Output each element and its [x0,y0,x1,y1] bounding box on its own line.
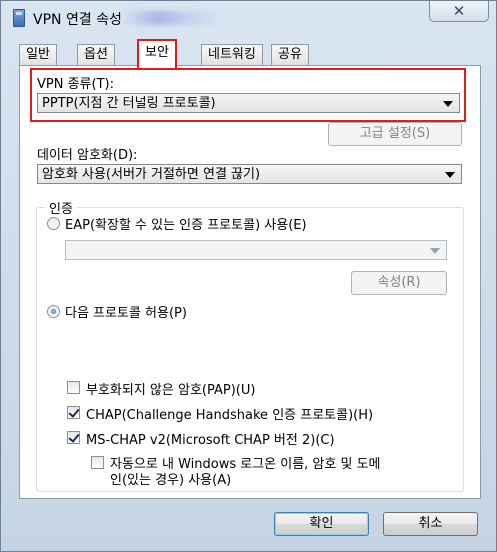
cancel-button[interactable]: 취소 [383,512,478,536]
tab-general-label: 일반 [26,47,50,62]
tab-networking-label: 네트워킹 [208,47,256,62]
pap-checkbox[interactable] [67,381,80,394]
tab-options-label: 옵션 [84,47,108,62]
chevron-down-icon [430,248,440,254]
mschap-v2-checkbox[interactable] [67,431,80,444]
tab-security[interactable]: 보안 [137,39,177,68]
chap-label: CHAP(Challenge Handshake 인증 프로토콜)(H) [86,408,374,423]
encryption-select[interactable]: 암호화 사용(서버가 거절하면 연결 끊기) [37,164,462,184]
tab-general[interactable]: 일반 [19,44,57,65]
eap-radio[interactable] [47,217,60,230]
vpn-type-label: VPN 종류(T): [37,77,114,92]
vpn-connection-icon [13,9,25,27]
advanced-settings-button[interactable]: 고급 설정(S) [328,122,462,146]
close-icon: ✕ [452,2,466,20]
encryption-value: 암호화 사용(서버가 거절하면 연결 끊기) [42,167,261,182]
eap-method-select[interactable] [65,240,447,260]
eap-properties-button[interactable]: 속성(R) [351,271,447,295]
chevron-down-icon [445,172,455,178]
allow-protocols-label: 다음 프로토콜 허용(P) [65,306,187,321]
tab-options[interactable]: 옵션 [77,44,115,65]
chevron-down-icon [443,101,453,107]
window-title: VPN 연결 속성 [33,12,122,28]
tab-security-label: 보안 [145,45,169,60]
vpn-type-value: PPTP(지점 간 터널링 프로토콜) [42,96,216,111]
tab-sharing-label: 공유 [278,47,302,62]
encryption-label: 데이터 암호화(D): [37,148,138,163]
vpn-properties-dialog: VPN 연결 속성 ✕ 일반 옵션 보안 네트워킹 공유 VPN 종류(T): … [0,0,497,552]
title-blurred-region [123,11,223,25]
ok-button[interactable]: 확인 [274,512,369,536]
close-button[interactable]: ✕ [429,1,489,22]
tab-sharing[interactable]: 공유 [271,44,309,65]
auto-logon-checkbox[interactable] [91,456,104,469]
vpn-type-select[interactable]: PPTP(지점 간 터널링 프로토콜) [37,93,460,113]
auto-logon-label-line2: 인(있는 경우) 사용(A) [110,473,232,488]
title-bar: VPN 연결 속성 ✕ [1,1,496,37]
allow-protocols-radio[interactable] [47,305,60,318]
mschap-v2-label: MS-CHAP v2(Microsoft CHAP 버전 2)(C) [86,433,335,448]
pap-label: 부호화되지 않은 암호(PAP)(U) [86,383,256,398]
chap-checkbox[interactable] [67,406,80,419]
eap-radio-label: EAP(확장할 수 있는 인증 프로토콜) 사용(E) [65,218,307,233]
tab-networking[interactable]: 네트워킹 [201,44,263,65]
